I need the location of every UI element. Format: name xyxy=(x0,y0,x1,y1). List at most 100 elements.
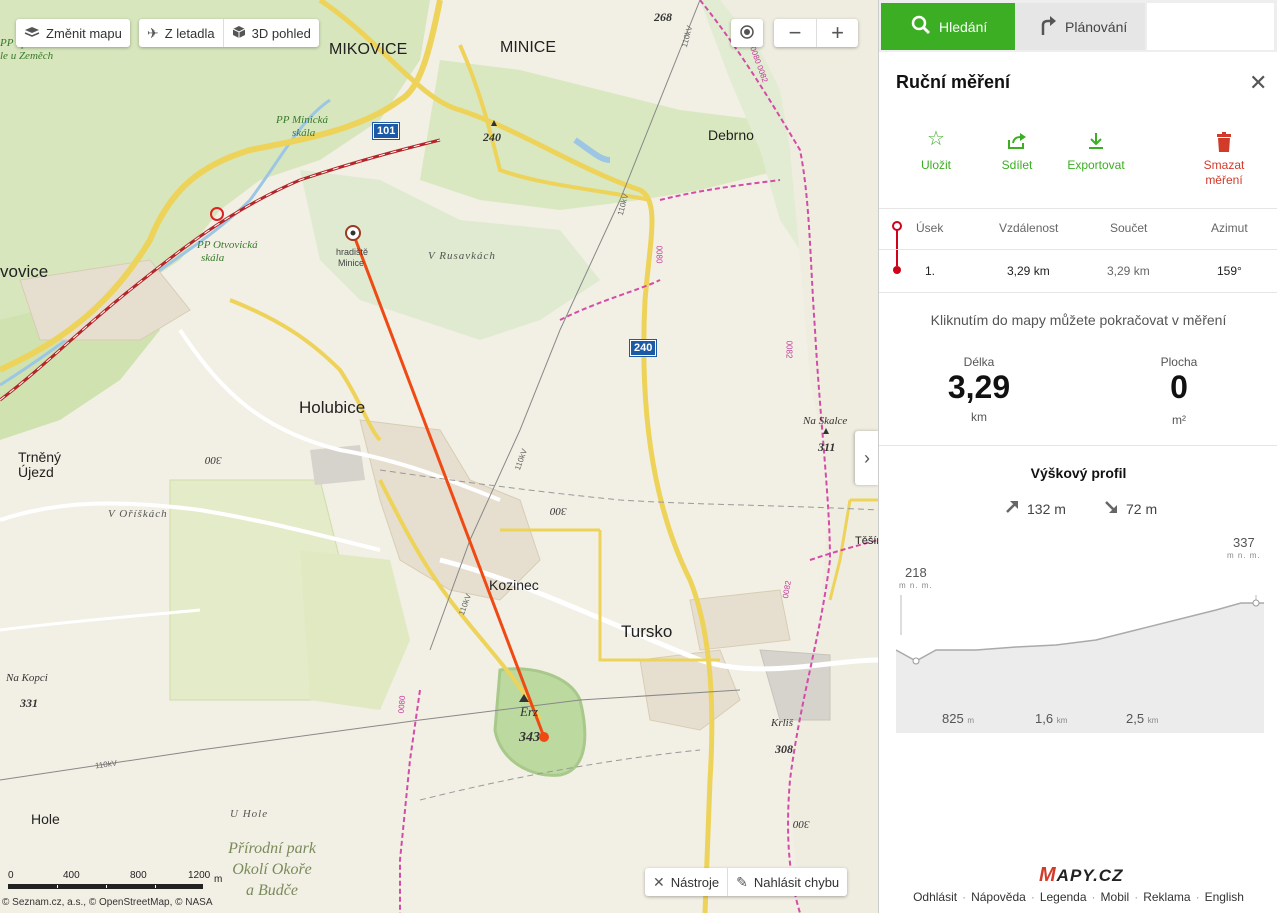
change-map-button[interactable]: Změnit mapu xyxy=(16,19,130,47)
profile-start-elev-value: 218 xyxy=(904,565,927,580)
ascent-value: 132 m xyxy=(1027,500,1066,517)
zoom-in-button[interactable]: + xyxy=(816,19,858,47)
footer-english[interactable]: English xyxy=(1205,890,1244,904)
ascent: 132 m xyxy=(1005,500,1066,517)
profile-min-point xyxy=(912,657,920,665)
zoom-out-button[interactable]: − xyxy=(774,19,816,47)
road-badge-240: 240 xyxy=(628,339,658,357)
export-button[interactable]: Exportovat xyxy=(1061,132,1131,173)
profile-x-label-3: 2,5 km xyxy=(1126,711,1158,726)
label-holubice: Holubice xyxy=(299,398,366,417)
view3d-button[interactable]: 3D pohled xyxy=(222,19,319,47)
label-park-2: Okolí Okoře xyxy=(232,861,312,878)
label-park-1: Přírodní park xyxy=(228,840,316,857)
label-tursko: Tursko xyxy=(621,622,673,641)
tab-search-label: Hledání xyxy=(939,18,988,35)
label-na-kopci: Na Kopci xyxy=(6,672,48,684)
x-label-3-unit: km xyxy=(1147,716,1159,725)
tab-empty xyxy=(1147,3,1274,50)
logo-m: M xyxy=(1039,864,1057,886)
label-contour-300c: 300 xyxy=(793,818,810,830)
layers-icon xyxy=(24,26,40,40)
profile-end-elev: 337 m n. m. xyxy=(1227,536,1261,562)
side-panel: Hledání Plánování Ruční měření ✕ ☆ Uloži… xyxy=(878,0,1277,913)
footer-help[interactable]: Nápověda xyxy=(971,890,1026,904)
label-rail-0082a: 0082 xyxy=(784,340,794,359)
scale-tick-0: 0 xyxy=(8,870,14,881)
footer-links: Odhlásit · Nápověda · Legenda · Mobil · Rekl… xyxy=(913,890,1244,904)
x-label-1-unit: m xyxy=(967,716,974,725)
x-label-3-value: 2,5 xyxy=(1126,711,1145,726)
tab-search[interactable]: Hledání xyxy=(881,3,1015,50)
scale-unit: m xyxy=(214,874,223,885)
length-value: 3,29 xyxy=(947,369,1011,405)
aerial-button[interactable]: ✈ Z letadla xyxy=(139,19,223,47)
close-button[interactable]: ✕ xyxy=(1249,70,1267,96)
td-segment: 1. xyxy=(925,264,936,278)
area-value: 0 xyxy=(1170,369,1188,405)
tools-icon: ✕ xyxy=(653,874,665,890)
delete-measurement-button[interactable]: Smazat měření xyxy=(1189,132,1259,188)
divider xyxy=(879,445,1277,446)
profile-start-elev-unit: m n. m. xyxy=(899,581,933,590)
label-erz: Erz xyxy=(520,704,539,719)
segment-line-icon xyxy=(892,221,902,274)
plus-icon: + xyxy=(831,20,844,45)
tab-planning[interactable]: Plánování xyxy=(1015,3,1145,50)
label-ujezd: Újezd xyxy=(18,464,54,480)
x-label-2-value: 1,6 xyxy=(1035,711,1054,726)
tools-button[interactable]: ✕ Nástroje xyxy=(645,868,727,896)
label-pp-spravce-2: le u Zeměch xyxy=(0,50,54,62)
label-contour-300b: 300 xyxy=(550,505,567,517)
profile-end-elev-unit: m n. m. xyxy=(1227,551,1261,560)
footer-logout[interactable]: Odhlásit xyxy=(913,890,957,904)
change-map-label: Změnit mapu xyxy=(46,25,122,41)
label-na-skalce-elev: 311 xyxy=(818,440,836,454)
target-icon xyxy=(740,25,754,41)
label-erz-elev: 343 xyxy=(519,730,540,745)
copyright: © Seznam.cz, a.s., © OpenStreetMap, © NA… xyxy=(2,897,213,908)
profile-x-label-2: 1,6 km xyxy=(1035,711,1067,726)
view-mode-group: ✈ Z letadla 3D pohled xyxy=(139,19,319,47)
label-v-rusavkach: V Rusavkách xyxy=(428,250,496,262)
label-hradiste-1: hradiště xyxy=(336,247,369,257)
collapse-panel-button[interactable]: › xyxy=(855,431,878,485)
scale-tick-400: 400 xyxy=(63,870,80,881)
scale-bar: 0 400 800 1200 m xyxy=(8,870,222,889)
label-mikovice: MIKOVICE xyxy=(329,41,408,58)
footer-mobile[interactable]: Mobil xyxy=(1101,890,1130,904)
bottom-tools-group: ✕ Nástroje ✎ Nahlásit chybu xyxy=(645,868,848,896)
panel-title: Ruční měření xyxy=(896,72,1011,92)
label-v-oriskach: V Oříškách xyxy=(108,508,168,520)
divider xyxy=(879,292,1277,293)
profile-start-elev: 218 m n. m. xyxy=(899,566,933,592)
x-label-1-value: 825 xyxy=(942,711,964,726)
area-unit: m² xyxy=(1172,413,1186,427)
pencil-icon: ✎ xyxy=(736,874,748,890)
save-button[interactable]: ☆ Uložit xyxy=(901,129,971,173)
mapy-logo[interactable]: MAPY.CZ xyxy=(1039,864,1123,887)
map-view[interactable]: MIKOVICE MINICE Debrno vovice Holubice T… xyxy=(0,0,878,913)
scale-tick-800: 800 xyxy=(130,870,147,881)
label-trneny: Trněný xyxy=(18,449,62,465)
route-icon xyxy=(1039,15,1057,38)
footer-ads[interactable]: Reklama xyxy=(1143,890,1190,904)
report-error-label: Nahlásit chybu xyxy=(753,874,840,890)
report-error-button[interactable]: ✎ Nahlásit chybu xyxy=(727,868,847,896)
footer-legend[interactable]: Legenda xyxy=(1040,890,1087,904)
profile-title: Výškový profil xyxy=(1030,465,1127,481)
label-na-kopci-elev: 331 xyxy=(20,696,38,710)
descent-value: 72 m xyxy=(1126,500,1158,517)
share-button[interactable]: Sdílet xyxy=(982,132,1052,173)
label-krlis-elev: 308 xyxy=(775,742,793,756)
zoom-controls: − + xyxy=(774,19,858,47)
export-label: Exportovat xyxy=(1067,158,1125,172)
minus-icon: − xyxy=(788,20,802,45)
divider xyxy=(879,249,1277,250)
view3d-label: 3D pohled xyxy=(251,25,311,41)
locate-button[interactable] xyxy=(731,19,763,47)
label-otvovice: vovice xyxy=(0,262,49,281)
label-na-skalce: Na Skalce xyxy=(803,415,848,427)
share-label: Sdílet xyxy=(1001,158,1033,172)
continue-hint: Kliknutím do mapy můžete pokračovat v mě… xyxy=(930,312,1227,328)
